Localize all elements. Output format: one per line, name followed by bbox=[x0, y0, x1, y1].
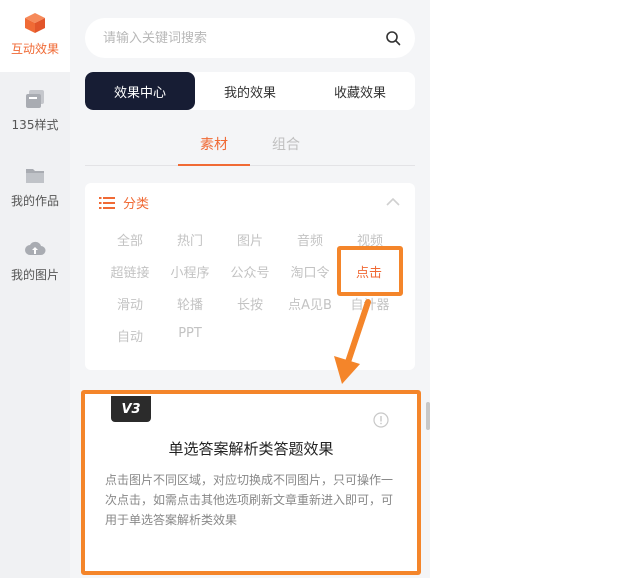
effect-card[interactable]: V3 单选答案解析类答题效果 点击图片不同区域，对应切换成不同图片，只可操作一次… bbox=[81, 390, 421, 575]
info-icon[interactable] bbox=[373, 412, 389, 428]
effect-source-tabs: 效果中心 我的效果 收藏效果 bbox=[85, 72, 415, 110]
category-tag[interactable]: 图片 bbox=[220, 230, 280, 249]
category-tag[interactable]: 轮播 bbox=[160, 294, 220, 313]
effect-title: 单选答案解析类答题效果 bbox=[168, 440, 334, 458]
version-badge: V3 bbox=[111, 396, 151, 422]
tab-favorite-effects[interactable]: 收藏效果 bbox=[305, 72, 415, 110]
style-icon bbox=[26, 90, 44, 108]
tab-my-effects[interactable]: 我的效果 bbox=[195, 72, 305, 110]
scrollbar-handle[interactable] bbox=[426, 402, 430, 430]
category-tag[interactable]: 自动 bbox=[100, 326, 160, 345]
rail-item-label: 我的图片 bbox=[10, 268, 59, 282]
editor-area bbox=[430, 0, 630, 578]
arrow-icon bbox=[334, 299, 371, 384]
category-tag[interactable]: PPT bbox=[160, 326, 220, 341]
left-rail: 互动效果 135样式 我的作品 我的图片 bbox=[0, 0, 70, 578]
material-tabs: 素材 组合 bbox=[85, 124, 415, 166]
effect-description: 点击图片不同区域，对应切换成不同图片，只可操作一次点击，如需点击其他选项刷新文章… bbox=[105, 473, 394, 527]
search-icon[interactable] bbox=[385, 30, 401, 46]
tab-combinations[interactable]: 组合 bbox=[250, 124, 322, 165]
category-tag[interactable]: 长按 bbox=[220, 294, 280, 313]
tab-effect-center[interactable]: 效果中心 bbox=[85, 72, 195, 110]
tab-materials[interactable]: 素材 bbox=[178, 124, 250, 166]
search-bar bbox=[85, 18, 415, 58]
highlight-box bbox=[337, 246, 403, 296]
category-tag[interactable]: 小程序 bbox=[160, 262, 220, 281]
category-tag[interactable]: 滑动 bbox=[100, 294, 160, 313]
rail-item-interactive-effects[interactable]: 互动效果 bbox=[0, 0, 70, 72]
list-icon bbox=[99, 196, 115, 209]
rail-item-my-works[interactable]: 我的作品 bbox=[0, 164, 70, 214]
rail-item-135-style[interactable]: 135样式 bbox=[0, 88, 70, 138]
category-tag[interactable]: 热门 bbox=[160, 230, 220, 249]
rail-item-my-images[interactable]: 我的图片 bbox=[0, 238, 70, 288]
rail-item-label: 互动效果 bbox=[10, 42, 59, 56]
cloud-upload-icon bbox=[25, 241, 46, 255]
category-tag[interactable]: 全部 bbox=[100, 230, 160, 249]
category-header[interactable]: 分类 bbox=[99, 193, 149, 212]
category-tag[interactable]: 超链接 bbox=[100, 262, 160, 281]
rail-item-label: 135样式 bbox=[11, 118, 59, 132]
category-tag[interactable]: 淘口令 bbox=[280, 262, 340, 281]
category-title: 分类 bbox=[123, 197, 150, 212]
search-input[interactable] bbox=[103, 30, 385, 46]
folder-icon bbox=[26, 169, 44, 183]
rail-item-label: 我的作品 bbox=[10, 194, 59, 208]
chevron-up-icon[interactable] bbox=[385, 195, 401, 207]
category-tag[interactable]: 音频 bbox=[280, 230, 340, 249]
cube-icon bbox=[25, 13, 45, 33]
category-tag[interactable]: 公众号 bbox=[220, 262, 280, 281]
